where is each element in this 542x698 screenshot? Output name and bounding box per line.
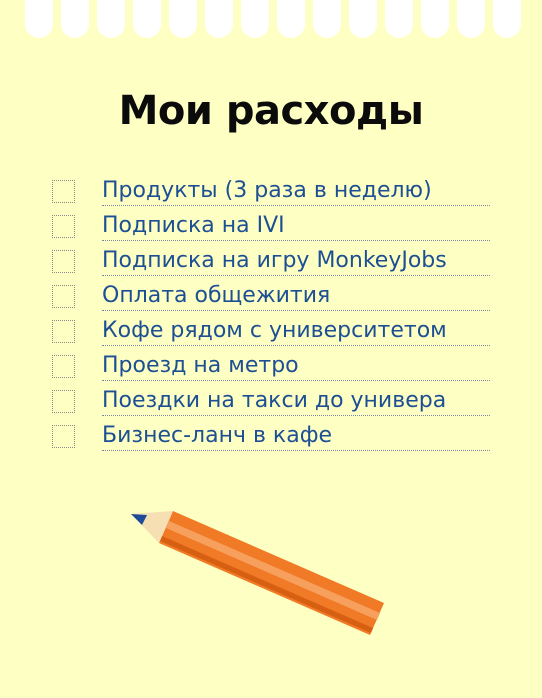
pencil-icon bbox=[131, 511, 384, 635]
